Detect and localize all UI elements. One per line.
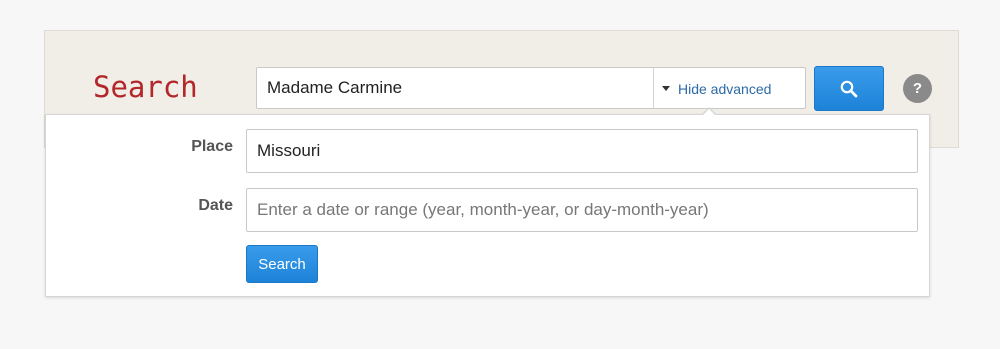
advanced-search-button[interactable]: Search [246, 245, 318, 283]
panel-pointer-inner [702, 108, 716, 116]
search-input[interactable] [257, 68, 653, 108]
help-icon[interactable]: ? [903, 74, 932, 103]
page: Search Hide advanced ? Place Date Search [0, 0, 1000, 349]
hide-advanced-label: Hide advanced [678, 81, 772, 97]
hide-advanced-toggle[interactable]: Hide advanced [653, 68, 805, 108]
date-input[interactable] [246, 188, 918, 232]
search-button[interactable] [814, 66, 884, 111]
caret-down-icon [662, 86, 670, 91]
date-label: Date [198, 197, 233, 214]
page-title: Search [93, 70, 198, 104]
search-icon [840, 80, 858, 97]
place-input[interactable] [246, 129, 918, 173]
place-label: Place [191, 138, 233, 155]
search-field-group: Hide advanced [256, 67, 806, 109]
